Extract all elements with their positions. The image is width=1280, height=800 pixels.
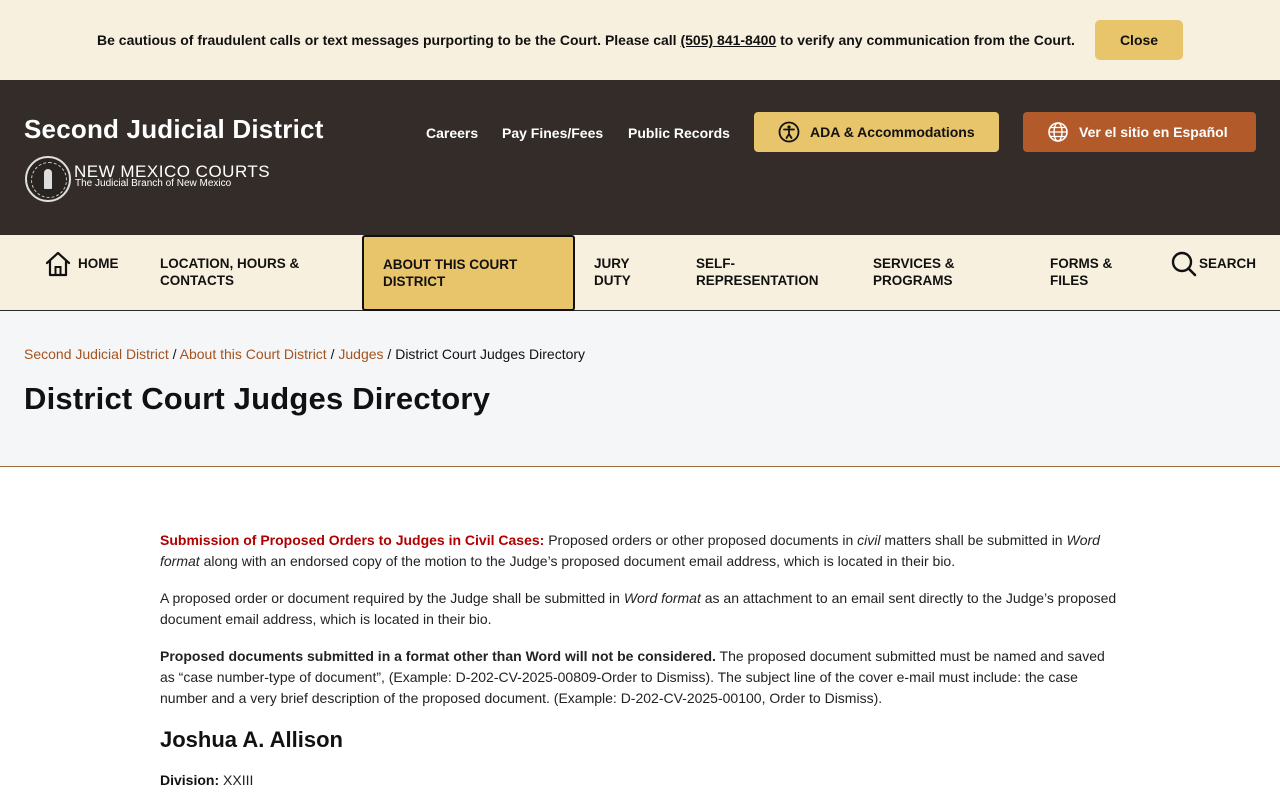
globe-icon [1048, 122, 1068, 142]
nav-forms-files[interactable]: FORMS & FILES [1050, 255, 1112, 289]
nav-self-line1: SELF- [696, 256, 735, 271]
division-label: Division: [160, 772, 220, 788]
submission-lead: Submission of Proposed Orders to Judges … [160, 532, 545, 548]
nav-location-line1: LOCATION, HOURS & [160, 256, 300, 271]
fraud-alert-banner: Be cautious of fraudulent calls or text … [0, 0, 1280, 80]
breadcrumb-about[interactable]: About this Court District [180, 346, 327, 362]
nav-about-court-district[interactable]: ABOUT THIS COURT DISTRICT [362, 235, 575, 311]
judge-name: Joshua A. Allison [160, 727, 343, 752]
spanish-site-button[interactable]: Ver el sitio en Español [1023, 112, 1256, 152]
breadcrumb-home[interactable]: Second Judicial District [24, 346, 169, 362]
logo-subtitle: The Judicial Branch of New Mexico [75, 178, 232, 189]
breadcrumb-current: District Court Judges Directory [395, 346, 586, 362]
format-requirements-paragraph: Proposed documents submitted in a format… [160, 646, 1120, 709]
main-nav: HOME LOCATION, HOURS & CONTACTS ABOUT TH… [0, 235, 1280, 311]
breadcrumb-separator: / [383, 346, 396, 362]
judge-division: Division: XXIII [160, 772, 253, 788]
nav-jury-line1: JURY [594, 256, 630, 271]
page-title: District Court Judges Directory [24, 381, 491, 416]
ada-accommodations-button[interactable]: ADA & Accommodations [754, 112, 999, 152]
alert-phone-link[interactable]: (505) 841-8400 [680, 32, 776, 48]
submission-paragraph: Submission of Proposed Orders to Judges … [160, 530, 1120, 572]
nm-courts-seal-icon[interactable] [25, 156, 71, 202]
breadcrumb-judges[interactable]: Judges [338, 346, 383, 362]
nav-services-line1: SERVICES & [873, 256, 955, 271]
p1-civil: civil [857, 532, 881, 548]
breadcrumb-separator: / [326, 346, 339, 362]
public-records-link[interactable]: Public Records [628, 125, 730, 141]
breadcrumb-separator: / [168, 346, 180, 362]
nav-forms-line1: FORMS & [1050, 256, 1113, 271]
careers-link[interactable]: Careers [426, 125, 478, 141]
nav-search[interactable]: SEARCH [1199, 255, 1256, 272]
nav-location-line2: CONTACTS [160, 273, 234, 288]
nav-jury-line2: DUTY [594, 273, 631, 288]
breadcrumb: Second Judicial District / About this Co… [24, 346, 585, 362]
alert-message: Be cautious of fraudulent calls or text … [97, 32, 1075, 48]
proposed-order-paragraph: A proposed order or document required by… [160, 588, 1120, 630]
p1-text-a: Proposed orders or other proposed docume… [544, 532, 858, 548]
search-icon[interactable] [1170, 250, 1198, 278]
nav-jury-duty[interactable]: JURY DUTY [594, 255, 631, 289]
nav-location-hours-contacts[interactable]: LOCATION, HOURS & CONTACTS [160, 255, 299, 289]
page-heading-section: Second Judicial District / About this Co… [0, 311, 1280, 467]
ada-label: ADA & Accommodations [810, 124, 975, 140]
nav-self-line2: REPRESENTATION [696, 273, 819, 288]
nav-about-line1: ABOUT THIS COURT [383, 257, 518, 272]
accessibility-icon [778, 121, 800, 143]
site-header: Second Judicial District NEW MEXICO COUR… [0, 80, 1280, 235]
division-value: XXIII [219, 772, 254, 788]
p2-word-format: Word format [623, 590, 701, 606]
nav-forms-line2: FILES [1050, 273, 1089, 288]
nav-services-programs[interactable]: SERVICES & PROGRAMS [873, 255, 955, 289]
pay-fines-link[interactable]: Pay Fines/Fees [502, 125, 603, 141]
p1-text-c: along with an endorsed copy of the motio… [199, 553, 956, 569]
nav-about-label: ABOUT THIS COURT DISTRICT [383, 256, 517, 290]
nav-services-line2: PROGRAMS [873, 273, 953, 288]
p3-bold-text: Proposed documents submitted in a format… [160, 648, 716, 664]
alert-text-after: to verify any communication from the Cou… [776, 32, 1075, 48]
p1-text-b: matters shall be submitted in [880, 532, 1067, 548]
spanish-label: Ver el sitio en Español [1079, 124, 1228, 140]
nav-home[interactable]: HOME [78, 255, 119, 272]
main-content: Submission of Proposed Orders to Judges … [160, 530, 1120, 725]
site-title[interactable]: Second Judicial District [24, 114, 324, 145]
nav-about-line2: DISTRICT [383, 274, 446, 289]
nav-self-representation[interactable]: SELF- REPRESENTATION [696, 255, 819, 289]
home-icon[interactable] [44, 250, 72, 278]
close-alert-button[interactable]: Close [1095, 20, 1183, 60]
p2-text-a: A proposed order or document required by… [160, 590, 624, 606]
alert-text-before: Be cautious of fraudulent calls or text … [97, 32, 681, 48]
